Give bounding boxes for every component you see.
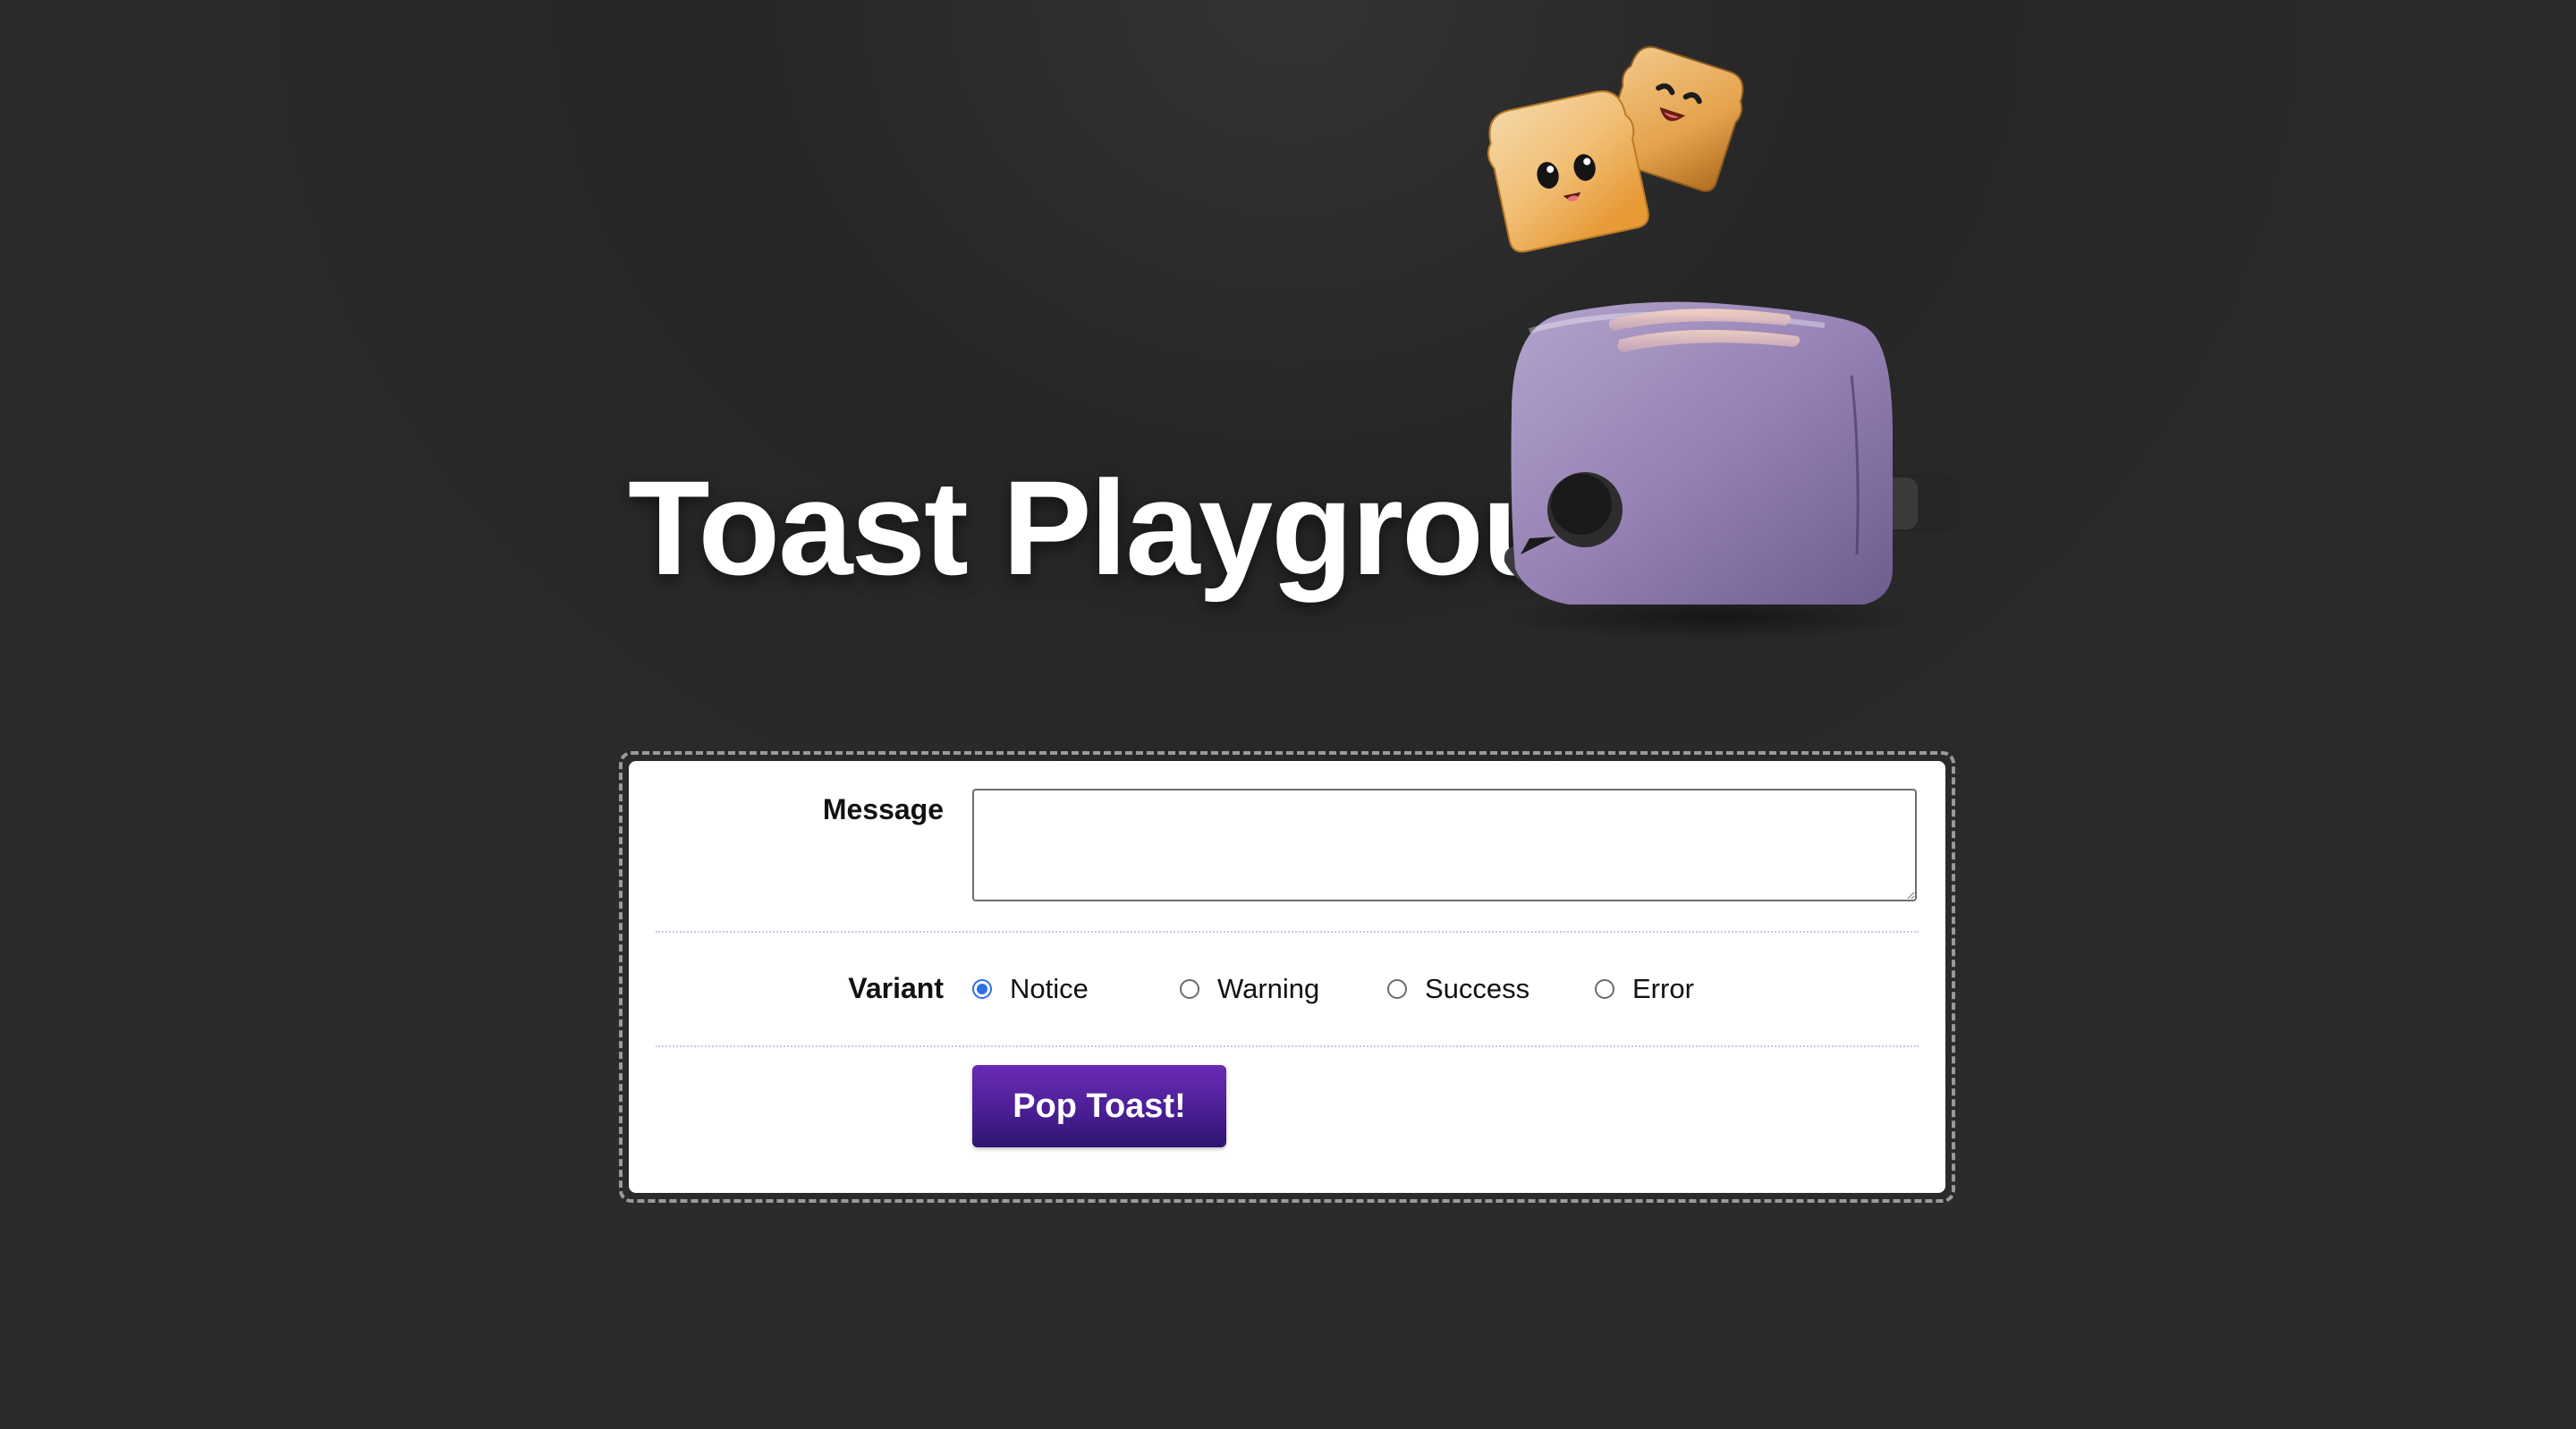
variant-option-warning[interactable]: Warning	[1180, 967, 1319, 1011]
variant-option-notice[interactable]: Notice	[972, 967, 1089, 1011]
toaster-with-toast-icon	[1487, 46, 1959, 640]
variant-option-label: Notice	[1010, 973, 1089, 1004]
radio-checked-icon[interactable]	[972, 979, 992, 999]
radio-unchecked-icon[interactable]	[1387, 979, 1407, 999]
variant-row: Variant Notice Warning Success Error	[656, 931, 1919, 1047]
variant-option-label: Warning	[1217, 973, 1320, 1004]
variant-label: Variant	[848, 972, 944, 1004]
radio-unchecked-icon[interactable]	[1595, 979, 1614, 999]
page-header: Toast Playground	[617, 0, 1977, 680]
variant-option-error[interactable]: Error	[1595, 967, 1694, 1011]
radio-unchecked-icon[interactable]	[1180, 979, 1199, 999]
message-row: Message	[656, 761, 1919, 933]
message-label: Message	[822, 793, 944, 825]
variant-option-success[interactable]: Success	[1387, 967, 1530, 1011]
toast-form-frame: Message Variant Notice Warning Success E…	[619, 751, 1955, 1203]
variant-option-label: Success	[1425, 973, 1530, 1004]
page: Toast Playground Message Variant Notice …	[0, 0, 2576, 1429]
variant-radio-group: Notice Warning Success Error	[972, 967, 1867, 1011]
toast-form: Message Variant Notice Warning Success E…	[629, 761, 1945, 1193]
pop-toast-button[interactable]: Pop Toast!	[972, 1065, 1226, 1147]
action-row: Pop Toast!	[656, 1045, 1919, 1196]
message-field[interactable]	[972, 789, 1917, 901]
variant-option-label: Error	[1632, 973, 1694, 1004]
